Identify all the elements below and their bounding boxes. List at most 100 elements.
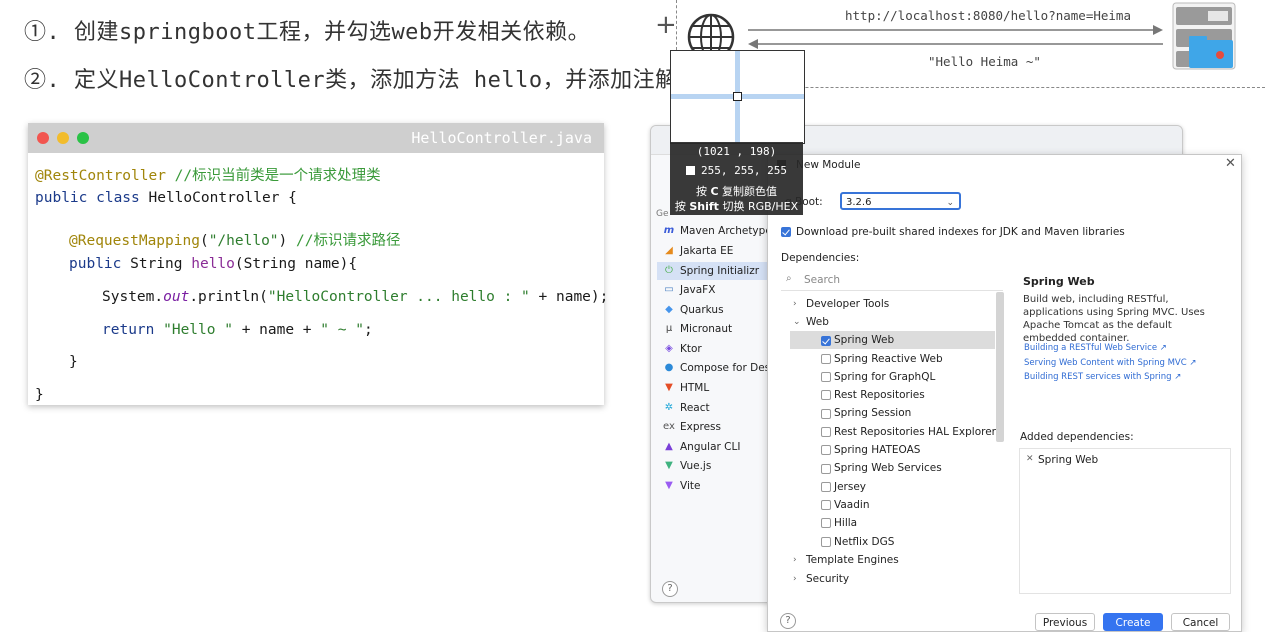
tree-group-web[interactable]: Web — [806, 316, 829, 328]
chevron-down-icon: ⌄ — [946, 198, 954, 208]
sidebar-item-angular-cli[interactable]: ▲ Angular CLI — [663, 441, 740, 453]
sidebar-item-label: Angular CLI — [680, 441, 741, 453]
dep-netflix-dgs[interactable]: Netflix DGS — [834, 536, 894, 548]
compose-icon: ● — [664, 362, 674, 373]
spring-reactive-web-checkbox[interactable] — [821, 354, 831, 364]
rest-hal-explorer-checkbox[interactable] — [821, 427, 831, 437]
sidebar-item-label: Jakarta EE — [680, 245, 734, 257]
dep-spring-hateoas[interactable]: Spring HATEOAS — [834, 444, 920, 456]
close-dot-icon — [37, 132, 49, 144]
spring-boot-version-value: 3.2.6 — [846, 197, 872, 208]
ktor-icon: ◈ — [665, 343, 673, 354]
netflix-dgs-checkbox[interactable] — [821, 537, 831, 547]
dependency-scrollbar[interactable] — [996, 292, 1004, 442]
sidebar-item-javafx[interactable]: ▭ JavaFX — [663, 284, 715, 296]
spring-web-checkbox[interactable] — [821, 336, 831, 346]
close-icon[interactable]: ✕ — [1225, 156, 1236, 171]
help-icon[interactable]: ? — [662, 581, 678, 597]
dep-spring-reactive-web[interactable]: Spring Reactive Web — [834, 353, 943, 365]
rest-repositories-checkbox[interactable] — [821, 390, 831, 400]
vaadin-checkbox[interactable] — [821, 500, 831, 510]
sidebar-item-react[interactable]: ✲ React — [663, 402, 710, 414]
dependency-search-input[interactable]: ⌕ Search — [781, 270, 1003, 291]
sidebar-item-maven-archetype[interactable]: m Maven Archetype — [663, 225, 772, 237]
dep-spring-session[interactable]: Spring Session — [834, 407, 911, 419]
spring-web-services-checkbox[interactable] — [821, 464, 831, 474]
crosshair-cursor-icon: + — [655, 10, 677, 40]
code-line-4: public String hello(String name){ — [69, 256, 358, 272]
sidebar-item-label: Vite — [680, 480, 701, 492]
sidebar-item-vuejs[interactable]: ▼ Vue.js — [663, 460, 711, 472]
dep-vaadin[interactable]: Vaadin — [834, 499, 869, 511]
dep-spring-web[interactable]: Spring Web — [834, 334, 894, 346]
jersey-checkbox[interactable] — [821, 482, 831, 492]
code-window: HelloController.java @RestController //标… — [28, 123, 608, 405]
server-icon — [1172, 2, 1236, 70]
request-url: http://localhost:8080/hello?name=Heima — [845, 8, 1131, 23]
chevron-down-icon[interactable]: ⌄ — [793, 317, 801, 327]
picker-rgb: 255, 255, 255 — [670, 164, 803, 177]
sidebar-item-label: Vue.js — [680, 460, 712, 472]
code-line-2: public class HelloController { — [35, 190, 297, 206]
code-line-6: return "Hello " + name + " ~ "; — [102, 322, 373, 338]
dep-rest-repositories[interactable]: Rest Repositories — [834, 389, 925, 401]
chevron-right-icon[interactable]: › — [793, 574, 797, 584]
code-filename: HelloController.java — [411, 129, 592, 147]
dep-spring-graphql[interactable]: Spring for GraphQL — [834, 371, 935, 383]
sidebar-item-html[interactable]: ▼ HTML — [663, 382, 709, 394]
dep-jersey[interactable]: Jersey — [834, 481, 866, 493]
sidebar-item-ktor[interactable]: ◈ Ktor — [663, 343, 702, 355]
sidebar-item-express[interactable]: ex Express — [663, 421, 721, 433]
html-icon: ▼ — [665, 382, 673, 393]
color-picker-magnifier — [670, 50, 805, 144]
sidebar-item-compose[interactable]: ● Compose for Deskt — [663, 362, 781, 374]
color-picker-info: (1021 , 198) 255, 255, 255 按 C 复制颜色值 按 S… — [670, 142, 803, 215]
guide-link-rest[interactable]: Building REST services with Spring ↗ — [1024, 372, 1181, 382]
sidebar-item-quarkus[interactable]: ◆ Quarkus — [663, 304, 723, 316]
react-icon: ✲ — [664, 402, 674, 413]
cancel-button[interactable]: Cancel — [1171, 613, 1230, 631]
create-button[interactable]: Create — [1103, 613, 1163, 631]
tree-group-developer-tools[interactable]: Developer Tools — [806, 298, 889, 310]
step-1-heading: ①. 创建springboot工程，并勾选web开发相关依赖。 — [24, 20, 591, 45]
spring-session-checkbox[interactable] — [821, 409, 831, 419]
chevron-right-icon[interactable]: › — [793, 555, 797, 565]
maximize-dot-icon — [77, 132, 89, 144]
spring-graphql-checkbox[interactable] — [821, 372, 831, 382]
sidebar-item-jakarta-ee[interactable]: ◢ Jakarta EE — [663, 245, 733, 257]
dep-spring-web-services[interactable]: Spring Web Services — [834, 462, 942, 474]
sidebar-item-micronaut[interactable]: μ Micronaut — [663, 323, 732, 335]
help-icon[interactable]: ? — [780, 613, 796, 629]
sidebar-item-label: Spring Initializr — [680, 265, 760, 277]
hilla-checkbox[interactable] — [821, 518, 831, 528]
previous-button[interactable]: Previous — [1035, 613, 1095, 631]
generators-label: Ge — [656, 209, 669, 219]
guide-link-restful[interactable]: Building a RESTful Web Service ↗ — [1024, 343, 1167, 353]
sidebar-item-label: Express — [680, 421, 722, 433]
dialog-title: New Module — [796, 159, 861, 171]
dep-rest-hal-explorer[interactable]: Rest Repositories HAL Explorer — [834, 426, 996, 438]
vite-icon: ▼ — [665, 480, 673, 491]
chevron-right-icon[interactable]: › — [793, 299, 797, 309]
dep-hilla[interactable]: Hilla — [834, 517, 857, 529]
sidebar-item-label: HTML — [680, 382, 710, 394]
step-2-heading: ②. 定义HelloController类，添加方法 hello，并添加注解。 — [24, 68, 701, 93]
remove-icon[interactable]: ✕ — [1026, 454, 1034, 464]
sidebar-item-label: React — [680, 402, 710, 414]
added-dependencies-label: Added dependencies: — [1020, 431, 1134, 443]
guide-link-mvc[interactable]: Serving Web Content with Spring MVC ↗ — [1024, 358, 1197, 368]
spring-boot-version-select[interactable]: 3.2.6 ⌄ — [840, 192, 961, 210]
javafx-icon: ▭ — [664, 284, 674, 295]
ex-icon: ex — [663, 421, 675, 432]
tree-group-template-engines[interactable]: Template Engines — [806, 554, 899, 566]
added-dependencies-list — [1019, 448, 1231, 594]
dependency-info-title: Spring Web — [1023, 275, 1095, 288]
jakarta-icon: ◢ — [665, 245, 673, 256]
tree-group-security[interactable]: Security — [806, 573, 849, 585]
minimize-dot-icon — [57, 132, 69, 144]
magnifier-target — [733, 92, 742, 101]
spring-hateoas-checkbox[interactable] — [821, 445, 831, 455]
sidebar-item-spring-initializr[interactable]: ⏻ Spring Initializr — [657, 262, 771, 280]
download-indexes-checkbox[interactable] — [781, 227, 791, 237]
sidebar-item-vite[interactable]: ▼ Vite — [663, 480, 700, 492]
